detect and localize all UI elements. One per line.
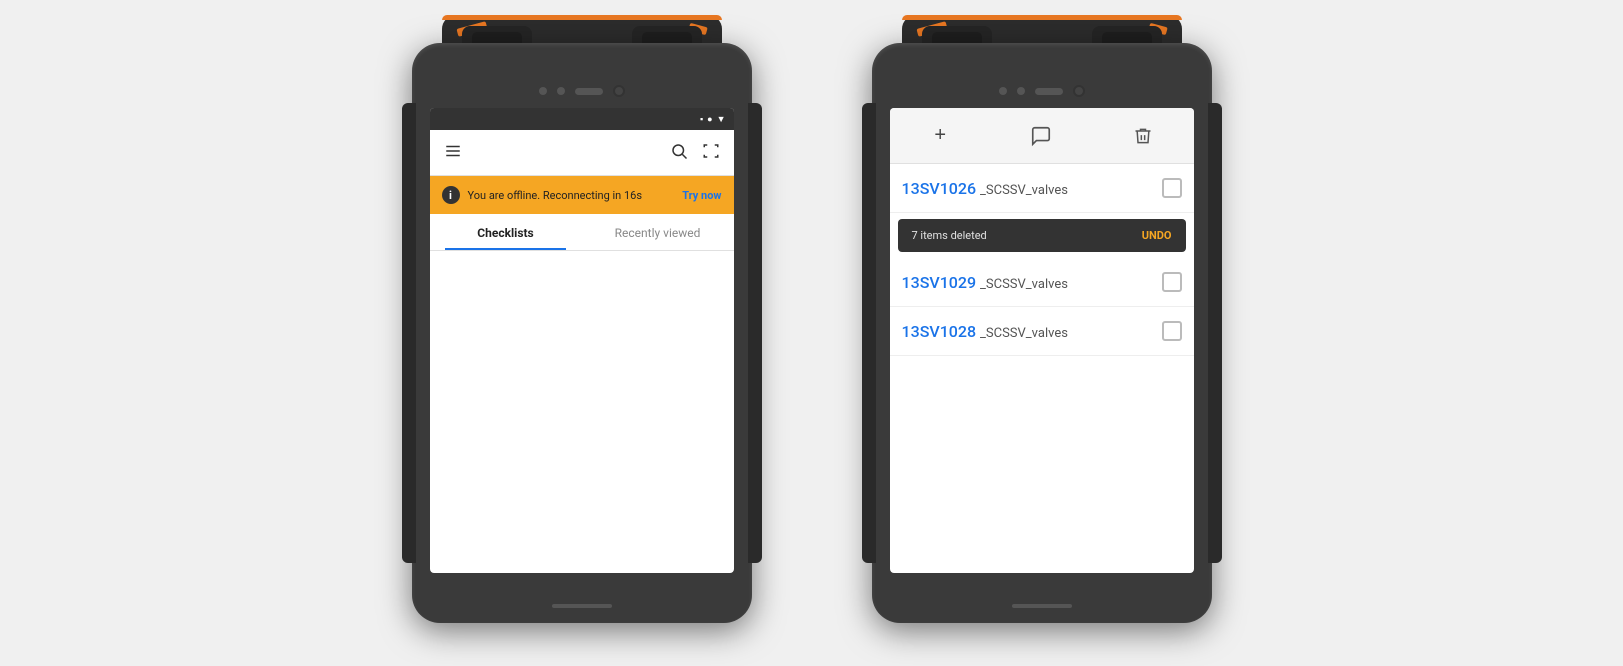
item-1-label: 13SV1026 _SCSSV_valves bbox=[902, 179, 1068, 198]
comment-button[interactable] bbox=[1023, 118, 1059, 154]
device-2-sensor-2 bbox=[1017, 87, 1025, 95]
app-bar bbox=[430, 130, 734, 176]
hamburger-icon[interactable] bbox=[444, 142, 462, 164]
delete-button[interactable] bbox=[1125, 118, 1161, 154]
offline-banner: i You are offline. Reconnecting in 16s T… bbox=[430, 176, 734, 214]
sensor-dot-2 bbox=[557, 87, 565, 95]
undo-button[interactable]: UNDO bbox=[1142, 229, 1172, 242]
item-2-label: 13SV1029 _SCSSV_valves bbox=[902, 273, 1068, 292]
rail-right bbox=[748, 103, 762, 563]
item-3-label: 13SV1028 _SCSSV_valves bbox=[902, 322, 1068, 341]
device-2-rail-left bbox=[862, 103, 876, 563]
offline-message: You are offline. Reconnecting in 16s bbox=[468, 189, 675, 202]
sensor-dot-1 bbox=[539, 87, 547, 95]
status-triangle-icon: ▼ bbox=[717, 114, 726, 125]
sensor-pill bbox=[575, 88, 603, 95]
status-circle-icon: ● bbox=[707, 114, 712, 125]
tab-recently-viewed[interactable]: Recently viewed bbox=[582, 214, 734, 250]
device-2-rail-right bbox=[1208, 103, 1222, 563]
item-1-suffix: _SCSSV_valves bbox=[980, 183, 1068, 198]
tabs-row: Checklists Recently viewed bbox=[430, 214, 734, 251]
item-2-checkbox[interactable] bbox=[1162, 272, 1182, 292]
camera bbox=[613, 85, 625, 97]
phone-bottom-bar bbox=[552, 604, 612, 608]
device-2-bottom-bar bbox=[1012, 604, 1072, 608]
device-2-sensors bbox=[999, 85, 1085, 97]
device-2-camera bbox=[1073, 85, 1085, 97]
item-2-id[interactable]: 13SV1029 bbox=[902, 273, 977, 292]
device-2-sensor-pill bbox=[1035, 88, 1063, 95]
device-2-body: + 13S bbox=[872, 43, 1212, 623]
screen-2: + 13S bbox=[890, 108, 1194, 573]
snackbar-message: 7 items deleted bbox=[912, 229, 987, 242]
info-icon: i bbox=[442, 186, 460, 204]
checklist-item-1: 13SV1026 _SCSSV_valves bbox=[890, 164, 1194, 213]
device-2-sensor-1 bbox=[999, 87, 1007, 95]
snackbar: 7 items deleted UNDO bbox=[898, 219, 1186, 252]
item-2-suffix: _SCSSV_valves bbox=[980, 277, 1068, 292]
item-3-suffix: _SCSSV_valves bbox=[980, 326, 1068, 341]
item-1-id[interactable]: 13SV1026 bbox=[902, 179, 977, 198]
checklist-toolbar: + bbox=[890, 108, 1194, 164]
device-1: ▪ ● ▼ bbox=[412, 43, 752, 623]
checklist-item-3: 13SV1028 _SCSSV_valves bbox=[890, 307, 1194, 356]
tab-checklists[interactable]: Checklists bbox=[430, 214, 582, 250]
item-1-checkbox[interactable] bbox=[1162, 178, 1182, 198]
status-square-icon: ▪ bbox=[700, 114, 703, 125]
status-bar: ▪ ● ▼ bbox=[430, 108, 734, 130]
screen-1: ▪ ● ▼ bbox=[430, 108, 734, 573]
checklist-item-2: 13SV1029 _SCSSV_valves bbox=[890, 258, 1194, 307]
sensors-row bbox=[539, 85, 625, 97]
rail-left bbox=[402, 103, 416, 563]
device-body: ▪ ● ▼ bbox=[412, 43, 752, 623]
add-button[interactable]: + bbox=[922, 118, 958, 154]
item-3-checkbox[interactable] bbox=[1162, 321, 1182, 341]
scan-icon[interactable] bbox=[702, 142, 720, 164]
app-bar-icons bbox=[670, 142, 720, 164]
try-now-button[interactable]: Try now bbox=[682, 189, 721, 202]
item-3-id[interactable]: 13SV1028 bbox=[902, 322, 977, 341]
device-2: + 13S bbox=[872, 43, 1212, 623]
search-icon[interactable] bbox=[670, 142, 688, 164]
